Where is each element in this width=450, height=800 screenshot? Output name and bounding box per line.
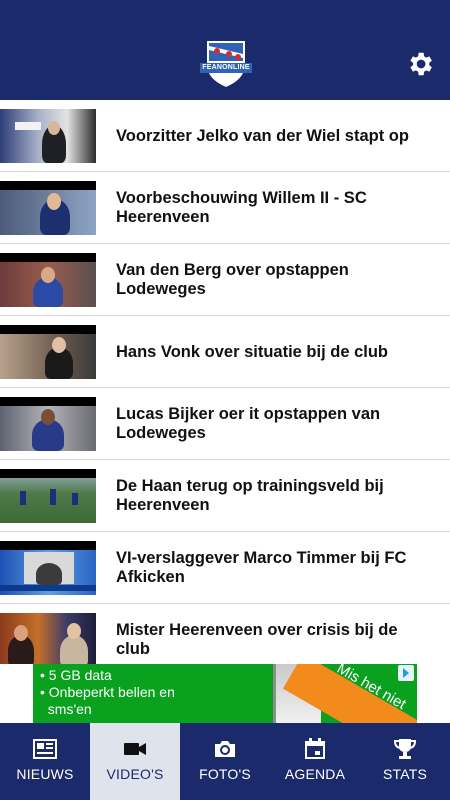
bottom-tab-bar: NIEUWS VIDEO'S FOTO'S AGENDA STATS — [0, 723, 450, 800]
video-title: Voorzitter Jelko van der Wiel stapt op — [116, 126, 409, 145]
video-title: VI-verslaggever Marco Timmer bij FC Afki… — [116, 549, 407, 586]
tab-fotos[interactable]: FOTO'S — [180, 723, 270, 800]
ad-text: • 5 GB data • Onbeperkt bellen en sms'en — [40, 667, 230, 718]
video-thumbnail — [0, 253, 96, 307]
video-title: Van den Berg over opstappen Lodeweges — [116, 261, 349, 298]
tab-agenda[interactable]: AGENDA — [270, 723, 360, 800]
gear-icon[interactable] — [405, 49, 435, 79]
video-camera-icon — [122, 736, 148, 762]
newspaper-icon — [32, 736, 58, 762]
video-thumbnail — [0, 181, 96, 235]
video-item[interactable]: Mister Heerenveen over crisis bij de clu… — [0, 604, 450, 664]
video-title: Hans Vonk over situatie bij de club — [116, 342, 389, 361]
app-header: FEANONLINE — [0, 0, 450, 100]
tab-label: VIDEO'S — [106, 766, 164, 782]
advertisement-banner[interactable]: • 5 GB data • Onbeperkt bellen en sms'en… — [33, 664, 417, 723]
calendar-icon — [302, 736, 328, 762]
video-thumbnail — [0, 541, 96, 595]
tab-label: FOTO'S — [199, 766, 251, 782]
tab-label: STATS — [382, 766, 428, 782]
logo-text: FEANONLINE — [202, 64, 250, 71]
video-item[interactable]: De Haan terug op trainingsveld bij Heere… — [0, 460, 450, 532]
tab-nieuws[interactable]: NIEUWS — [0, 723, 90, 800]
video-title: De Haan terug op trainingsveld bij Heere… — [116, 477, 384, 514]
video-title: Lucas Bijker oer it opstappen van Lodewe… — [116, 405, 381, 442]
ad-info-icon[interactable] — [398, 665, 414, 681]
trophy-icon — [392, 736, 418, 762]
video-item[interactable]: Voorbeschouwing Willem II - SC Heerenvee… — [0, 172, 450, 244]
video-item[interactable]: VI-verslaggever Marco Timmer bij FC Afki… — [0, 532, 450, 604]
photo-camera-icon — [212, 736, 238, 762]
feanonline-logo: FEANONLINE — [197, 34, 255, 90]
ad-line: sms'en — [40, 701, 92, 717]
video-item[interactable]: Van den Berg over opstappen Lodeweges — [0, 244, 450, 316]
tab-label: NIEUWS — [16, 766, 74, 782]
video-thumbnail — [0, 469, 96, 523]
tab-stats[interactable]: STATS — [360, 723, 450, 800]
video-title: Mister Heerenveen over crisis bij de clu… — [116, 621, 398, 658]
ad-line: • 5 GB data — [40, 667, 112, 683]
video-thumbnail — [0, 613, 96, 664]
video-item[interactable]: Lucas Bijker oer it opstappen van Lodewe… — [0, 388, 450, 460]
video-thumbnail — [0, 325, 96, 379]
video-item[interactable]: Voorzitter Jelko van der Wiel stapt op — [0, 100, 450, 172]
tab-label: AGENDA — [284, 766, 346, 782]
video-list: Voorzitter Jelko van der Wiel stapt op V… — [0, 100, 450, 664]
ad-line: • Onbeperkt bellen en — [40, 684, 175, 700]
video-title: Voorbeschouwing Willem II - SC Heerenvee… — [116, 189, 367, 226]
video-thumbnail — [0, 109, 96, 163]
video-item[interactable]: Hans Vonk over situatie bij de club — [0, 316, 450, 388]
video-thumbnail — [0, 397, 96, 451]
tab-videos[interactable]: VIDEO'S — [90, 723, 180, 800]
